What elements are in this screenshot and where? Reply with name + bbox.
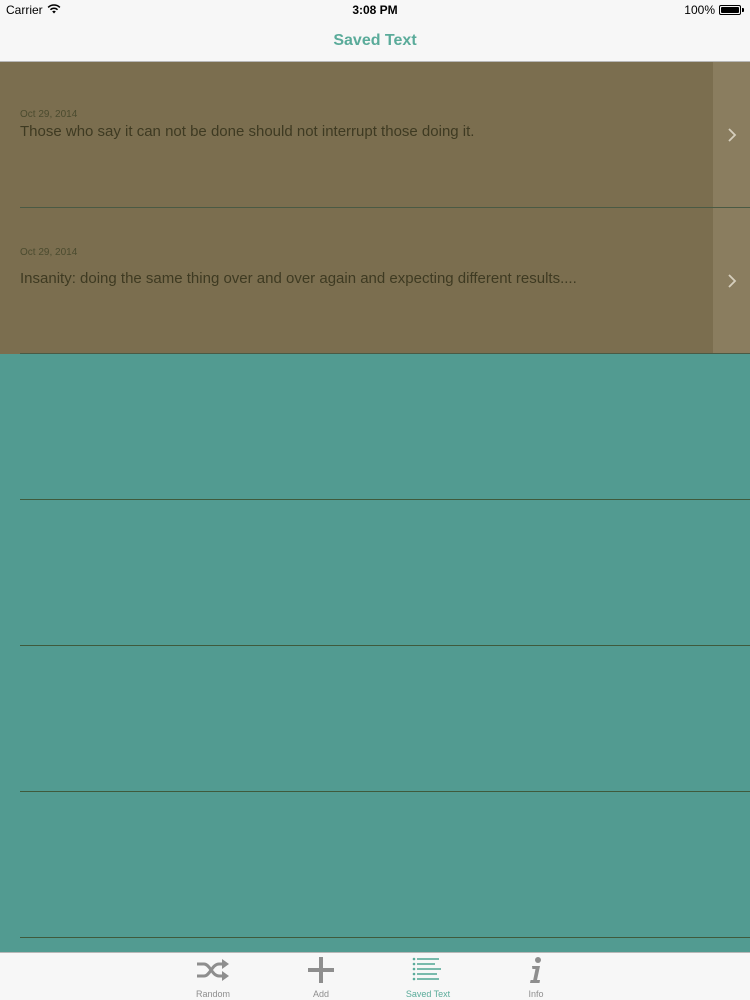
saved-text-list: Oct 29, 2014 Those who say it can not be… xyxy=(0,62,750,938)
chevron-right-icon[interactable] xyxy=(713,62,750,208)
row-separator xyxy=(20,937,750,938)
list-item[interactable]: Oct 29, 2014 Insanity: doing the same th… xyxy=(0,208,750,354)
list-item-text: Insanity: doing the same thing over and … xyxy=(20,270,577,287)
empty-row xyxy=(0,646,750,792)
battery-icon xyxy=(719,5,741,15)
page-title: Saved Text xyxy=(333,32,417,49)
status-time: 3:08 PM xyxy=(352,3,398,17)
empty-row xyxy=(0,354,750,500)
tab-bar: Random Add Saved Text Info xyxy=(0,952,750,1000)
shuffle-icon xyxy=(168,955,258,985)
list-item-date: Oct 29, 2014 xyxy=(20,109,78,120)
chevron-right-icon[interactable] xyxy=(713,208,750,354)
info-icon xyxy=(491,955,581,985)
list-item[interactable]: Oct 29, 2014 Those who say it can not be… xyxy=(0,62,750,208)
tab-label: Saved Text xyxy=(405,989,451,999)
battery-percent: 100% xyxy=(684,3,715,17)
list-item-text: Those who say it can not be done should … xyxy=(20,123,475,140)
status-right: 100% xyxy=(684,3,744,17)
tab-random[interactable]: Random xyxy=(168,955,258,999)
tab-label: Info xyxy=(528,989,544,999)
tab-add[interactable]: Add xyxy=(276,955,366,999)
battery-tip xyxy=(742,8,744,12)
navigation-bar: Saved Text xyxy=(0,20,750,62)
tab-label: Add xyxy=(312,989,329,999)
empty-row xyxy=(0,500,750,646)
list-icon xyxy=(383,955,473,985)
plus-icon xyxy=(276,955,366,985)
tab-info[interactable]: Info xyxy=(491,955,581,999)
list-item-date: Oct 29, 2014 xyxy=(20,247,78,258)
empty-row xyxy=(0,792,750,938)
status-bar: Carrier 3:08 PM 100% xyxy=(0,0,750,20)
tab-label: Random xyxy=(195,989,231,999)
tab-saved-text[interactable]: Saved Text xyxy=(383,955,473,999)
